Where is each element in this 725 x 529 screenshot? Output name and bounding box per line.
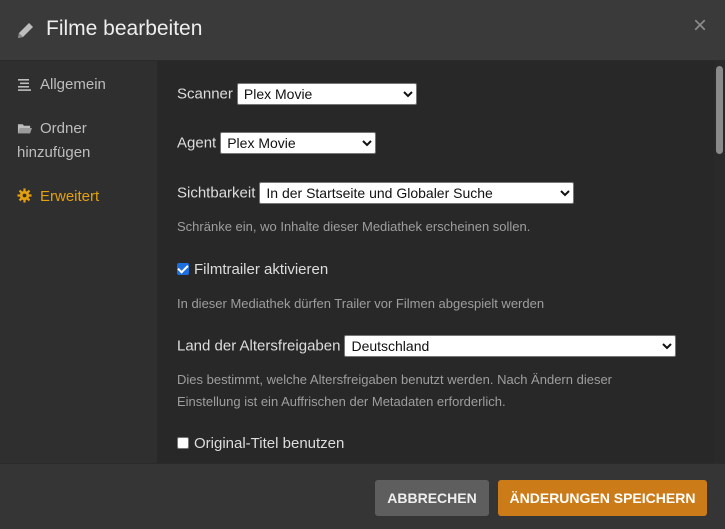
visibility-label: Sichtbarkeit <box>177 184 256 202</box>
gear-icon <box>17 188 32 203</box>
visibility-help: Schränke ein, wo Inhalte dieser Mediathe… <box>177 219 531 234</box>
pencil-icon <box>18 23 33 38</box>
visibility-select[interactable]: In der Startseite und Globaler Suche <box>259 182 575 204</box>
sidebar: Allgemein Ordner hinzufügen Erweitert <box>0 61 157 463</box>
trailers-checkbox[interactable] <box>177 263 189 275</box>
agent-label: Agent <box>177 134 217 152</box>
scrollbar-thumb[interactable] <box>716 66 723 154</box>
folder-icon <box>17 124 32 134</box>
list-icon <box>18 79 31 91</box>
original-title-label[interactable]: Original-Titel benutzen <box>194 435 344 452</box>
scanner-select[interactable]: Plex Movie <box>236 83 417 105</box>
trailers-label[interactable]: Filmtrailer aktivieren <box>194 261 328 278</box>
scanner-row: Scanner Plex Movie <box>177 83 417 105</box>
trailers-row: Filmtrailer aktivieren <box>177 261 328 278</box>
save-changes-button[interactable]: ÄNDERUNGEN SPEICHERN <box>498 480 707 516</box>
sidebar-item-label: Allgemein <box>40 76 106 93</box>
scanner-label: Scanner <box>177 85 233 103</box>
sidebar-item-advanced[interactable]: Erweitert <box>17 185 99 209</box>
rating-country-select[interactable]: Deutschland <box>344 335 677 357</box>
dialog-footer: ABBRECHEN ÄNDERUNGEN SPEICHERN <box>0 463 725 529</box>
settings-panel: Scanner Plex Movie Agent Plex Movie Sichtb… <box>157 61 714 463</box>
sidebar-item-label: Erweitert <box>40 188 100 205</box>
sidebar-item-label-line2: hinzufügen <box>17 144 91 161</box>
sidebar-item-label: Ordner <box>40 120 87 137</box>
sidebar-item-add-folder[interactable]: Ordner hinzufügen <box>17 117 90 165</box>
rating-country-help: Dies bestimmt, welche Altersfreigaben be… <box>177 369 677 413</box>
rating-country-help-line1: Dies bestimmt, welche Altersfreigaben be… <box>177 372 612 387</box>
rating-country-label: Land der Altersfreigaben <box>177 337 341 355</box>
agent-row: Agent Plex Movie <box>177 132 377 154</box>
trailers-help: In dieser Mediathek dürfen Trailer vor F… <box>177 296 545 311</box>
original-title-row: Original-Titel benutzen <box>177 435 344 452</box>
close-icon[interactable]: × <box>693 14 707 38</box>
agent-select[interactable]: Plex Movie <box>220 132 377 154</box>
sidebar-item-general[interactable]: Allgemein <box>17 73 106 97</box>
dialog-title: Filme bearbeiten <box>46 17 203 40</box>
rating-country-row: Land der Altersfreigaben Deutschland <box>177 335 677 357</box>
visibility-row: Sichtbarkeit In der Startseite und Global… <box>177 182 575 204</box>
original-title-checkbox[interactable] <box>177 437 189 449</box>
cancel-button[interactable]: ABBRECHEN <box>375 480 489 516</box>
dialog-header: Filme bearbeiten × <box>0 0 725 61</box>
rating-country-help-line2: Einstellung ist ein Auffrischen der Meta… <box>177 394 506 409</box>
